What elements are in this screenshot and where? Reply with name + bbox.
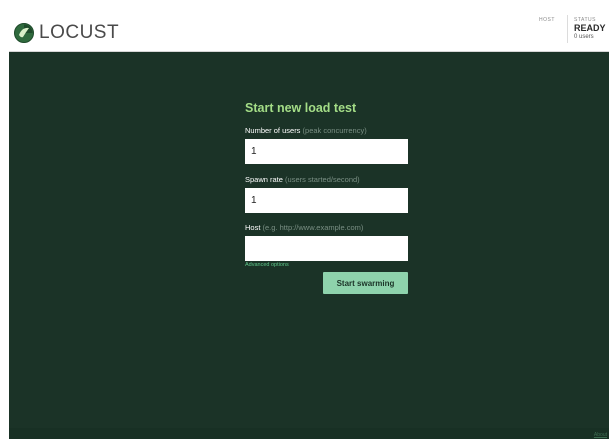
header-divider bbox=[567, 15, 568, 43]
users-label-text: Number of users bbox=[245, 126, 301, 135]
spawn-rate-input[interactable] bbox=[245, 188, 408, 213]
form-title: Start new load test bbox=[245, 101, 357, 115]
load-test-form: Start new load test Number of users (pea… bbox=[245, 100, 415, 294]
about-link[interactable]: About bbox=[594, 432, 607, 438]
status-value: READY bbox=[574, 23, 606, 33]
users-label-hint: (peak concurrency) bbox=[302, 126, 367, 135]
main-panel: Start new load test Number of users (pea… bbox=[9, 52, 609, 439]
host-field-label: Host (e.g. http://www.example.com) bbox=[245, 223, 363, 232]
host-label: HOST bbox=[539, 17, 555, 23]
top-header: LOCUST HOST STATUS READY 0 users bbox=[9, 9, 609, 52]
spawn-field-label: Spawn rate (users started/second) bbox=[245, 175, 360, 184]
locust-logo-icon bbox=[14, 23, 34, 43]
brand-name: LOCUST bbox=[39, 22, 120, 43]
advanced-options-link[interactable]: Advanced options bbox=[245, 262, 289, 268]
spawn-label-hint: (users started/second) bbox=[285, 175, 360, 184]
host-input[interactable] bbox=[245, 236, 408, 261]
start-swarming-button[interactable]: Start swarming bbox=[323, 272, 408, 294]
status-panel: STATUS READY 0 users bbox=[574, 17, 606, 41]
users-field-label: Number of users (peak concurrency) bbox=[245, 126, 367, 135]
host-label-text: Host bbox=[245, 223, 261, 232]
host-label-hint: (e.g. http://www.example.com) bbox=[262, 223, 364, 232]
users-input[interactable] bbox=[245, 139, 408, 164]
spawn-label-text: Spawn rate bbox=[245, 175, 283, 184]
app-window: LOCUST HOST STATUS READY 0 users Start n… bbox=[0, 0, 611, 439]
footer-bar: About bbox=[9, 428, 609, 439]
user-count: 0 users bbox=[574, 34, 594, 40]
locust-logo[interactable]: LOCUST bbox=[14, 23, 119, 43]
